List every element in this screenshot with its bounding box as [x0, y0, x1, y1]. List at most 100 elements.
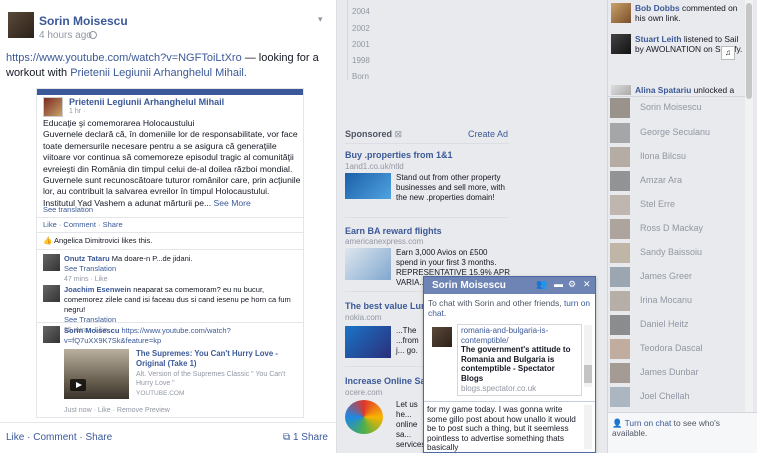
video-preview: The Supremes: You Can't Hurry Love - Ori… [64, 349, 300, 404]
ticker-avatar [611, 85, 631, 95]
ad-choices-icon: ⊠ [394, 129, 403, 139]
ad-image[interactable] [345, 326, 391, 358]
divider [345, 217, 509, 218]
contact-item[interactable]: Amzar Ara [610, 170, 750, 192]
contact-item[interactable]: Ilona Bilcsu [610, 146, 750, 168]
year-link[interactable]: 2001 [352, 40, 370, 49]
screenshot-page-name: Prietenii Legiunii Arhanghelul Mihail [69, 97, 225, 107]
ticker-avatar [611, 3, 631, 23]
sidebar-chat-notice: 👤 Turn on chat to see who's available. [612, 418, 720, 438]
ad-url: nokia.com [345, 313, 382, 322]
divider [37, 322, 303, 323]
post-actions: Like · Comment · Share [6, 432, 113, 443]
year-link[interactable]: 1998 [352, 56, 370, 65]
post-timestamp[interactable]: 4 hours ago [39, 30, 92, 41]
post-url-link[interactable]: https://www.youtube.com/watch?v=NGFToiLt… [6, 52, 242, 64]
shared-link-title[interactable]: The government's attitude to Romania and… [461, 345, 579, 383]
contact-item[interactable]: James Greer [610, 266, 750, 288]
commenter-avatar [43, 285, 60, 302]
divider [37, 217, 303, 218]
contact-item[interactable]: Irina Mocanu [610, 290, 750, 312]
video-thumbnail [64, 349, 129, 399]
screenshot-see-more: See More [213, 197, 251, 208]
turn-on-chat-sidebar-link[interactable]: Turn on chat [625, 418, 672, 428]
chat-header[interactable]: Sorin Moisescu 👥 ▬ ⚙ ✕ [424, 277, 595, 294]
chat-title[interactable]: Sorin Moisescu [432, 280, 506, 291]
play-icon [70, 379, 86, 391]
post-footer: Like · Comment · Share ⧉ 1 Share [0, 422, 336, 453]
chat-avatar [432, 327, 452, 347]
screenshot-likes: 👍 Angelica Dimitrovici likes this. [43, 236, 153, 245]
ticker-item[interactable]: Alina Spatariu unlocked a [611, 85, 751, 95]
screenshot-actions: Like · Comment · Share [43, 220, 123, 229]
ad-image[interactable] [345, 400, 383, 434]
chevron-down-icon[interactable]: ▾ [318, 14, 328, 24]
contact-item[interactable]: Stel Erre [610, 194, 750, 216]
music-note-icon[interactable]: ♫ [721, 46, 735, 60]
contact-item[interactable]: Teodora Dascal [610, 338, 750, 360]
chat-sidebar: Bob Dobbs commented on his own link. Stu… [607, 0, 757, 453]
ad-title[interactable]: Earn BA reward flights [345, 226, 442, 236]
tagged-page-link[interactable]: Prietenii Legiunii Arhanghelul Mihail. [70, 67, 247, 79]
year-link[interactable]: 2004 [352, 7, 370, 16]
gear-icon[interactable]: ⚙ [568, 279, 576, 290]
contact-item[interactable]: Daniel Heitz [610, 314, 750, 336]
contact-item[interactable]: Sorin Moisescu [610, 97, 750, 119]
sidebar-scrollbar[interactable] [745, 0, 753, 412]
post-message: https://www.youtube.com/watch?v=NGFToiLt… [6, 51, 331, 81]
comment-button[interactable]: Comment [33, 432, 76, 443]
contact-item[interactable]: Ross D Mackay [610, 218, 750, 240]
minimize-icon[interactable]: ▬ [554, 279, 563, 289]
screenshot-header-bar [37, 89, 303, 95]
screenshot-body-title: Educaţie şi comemorarea Holocaustului [43, 118, 195, 128]
ad-image[interactable] [345, 173, 391, 199]
divider [37, 249, 303, 250]
contact-item[interactable]: James Dunbar [610, 362, 750, 384]
shared-screenshot-image[interactable]: Prietenii Legiunii Arhanghelul Mihail 1 … [36, 88, 304, 418]
ad-url: ocere.com [345, 388, 383, 397]
year-link[interactable]: 2002 [352, 24, 370, 33]
input-scrollbar[interactable] [584, 405, 592, 449]
contact-item[interactable]: Sandy Baissoiu [610, 242, 750, 264]
author-avatar[interactable] [8, 12, 34, 38]
video-description: Alt. Version of the Supremes Classic " Y… [136, 371, 286, 387]
share-button[interactable]: Share [86, 432, 113, 443]
divider [37, 232, 303, 233]
like-button[interactable]: Like [6, 432, 24, 443]
chat-scrollbar[interactable] [584, 325, 592, 387]
share-count[interactable]: ⧉ 1 Share [283, 432, 328, 443]
ticker-avatar [611, 34, 631, 54]
year-link[interactable]: Born [352, 72, 369, 81]
screenshot-page-avatar [43, 97, 63, 117]
chat-message-input[interactable]: for my game today. I was gonna write som… [424, 401, 595, 452]
ad-image[interactable] [345, 248, 391, 280]
contact-item[interactable]: Joel Chellah [610, 386, 750, 408]
ad-text: Let us he... online sa... services [396, 400, 426, 449]
ad-url: americanexpress.com [345, 237, 424, 246]
chat-draft-text[interactable]: for my game today. I was gonna write som… [427, 405, 577, 453]
shared-link-preview[interactable]: romania-and-bulgaria-is-contemptible/ Th… [457, 324, 582, 396]
screenshot-page-time: 1 hr · [69, 108, 86, 115]
news-feed-post: Sorin Moisescu 4 hours ago ▾ https://www… [0, 0, 337, 453]
create-ad-link[interactable]: Create Ad [468, 129, 508, 139]
close-icon[interactable]: ✕ [583, 279, 591, 290]
video-site: YOUTUBE.COM [136, 390, 185, 397]
add-friends-icon[interactable]: 👥 [536, 279, 547, 290]
shared-link-domain: blogs.spectator.co.uk [461, 384, 537, 393]
ad-text: Stand out from other property businesses… [396, 173, 505, 202]
video-title: The Supremes: You Can't Hurry Love - Ori… [136, 349, 278, 368]
post-author-name[interactable]: Sorin Moisescu [39, 14, 128, 28]
commenter-avatar [43, 254, 60, 271]
screenshot-comment-time: Just now · Like · Remove Preview [64, 407, 170, 414]
chat-window: Sorin Moisescu 👥 ▬ ⚙ ✕ To chat with Sori… [423, 276, 596, 453]
screenshot-post-body: Educaţie şi comemorarea Holocaustului Gu… [43, 118, 301, 209]
share-icon: ⧉ [283, 432, 291, 443]
ad-url: 1and1.co.uk/ntld [345, 162, 404, 171]
ad-title[interactable]: Buy .properties from 1&1 [345, 150, 453, 160]
ad-text: ...The ...from j... go. [396, 326, 419, 355]
shared-link-url[interactable]: romania-and-bulgaria-is-contemptible/ [461, 326, 579, 345]
chat-icon: 👤 [612, 418, 623, 428]
contact-item[interactable]: George Seculanu [610, 122, 750, 144]
screenshot-see-translation: See translation [43, 205, 94, 214]
sponsored-heading: Sponsored ⊠ [345, 129, 403, 139]
